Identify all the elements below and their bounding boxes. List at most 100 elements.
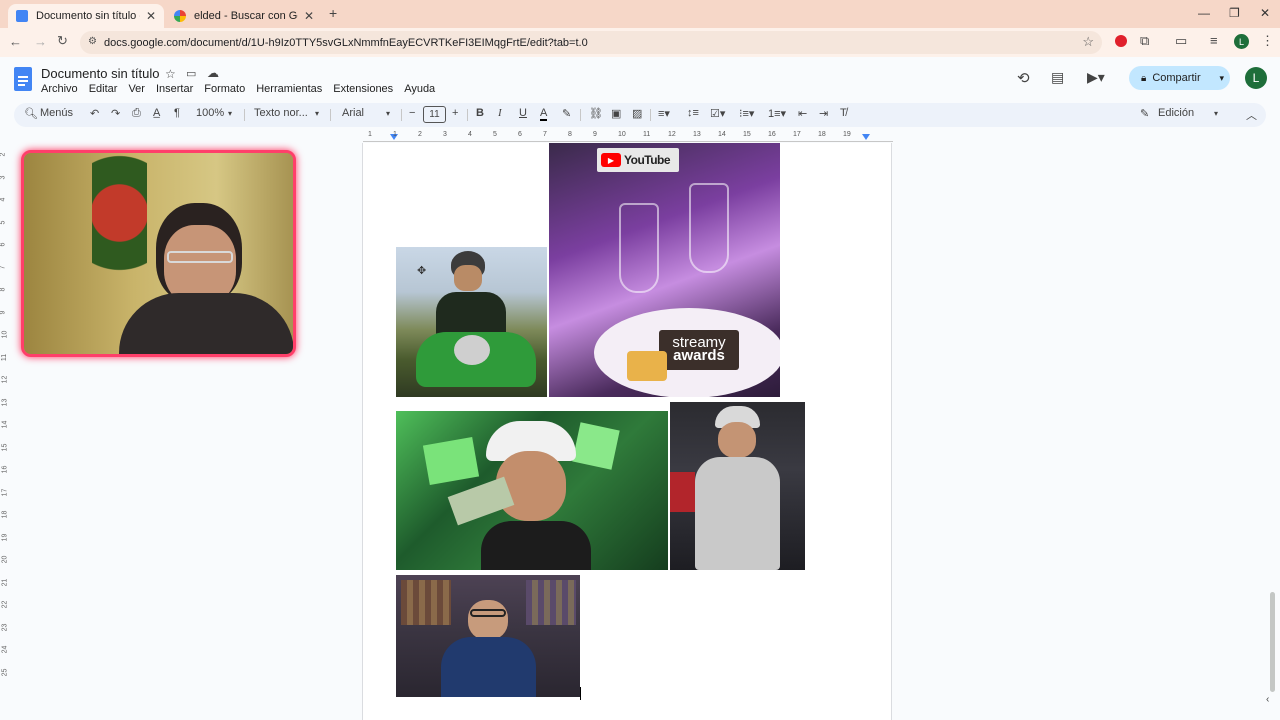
numbered-list-icon[interactable]: 1≡▾ (768, 107, 786, 120)
menus-search[interactable]: Menús (40, 107, 73, 119)
vertical-ruler-mark: 8 (0, 287, 7, 292)
docs-logo-icon[interactable] (14, 67, 32, 91)
menu-bar: Archivo Editar Ver Insertar Formato Herr… (41, 83, 446, 95)
ruler-mark: 19 (843, 131, 851, 138)
editing-mode-select[interactable]: Edición (1158, 107, 1194, 119)
font-select[interactable]: Arial (342, 107, 364, 119)
face (454, 265, 482, 291)
window-close-icon[interactable]: ✕ (1260, 6, 1270, 20)
right-indent-marker[interactable] (862, 134, 870, 140)
align-icon[interactable]: ≡▾ (658, 107, 670, 120)
vertical-ruler[interactable]: 2 3 4 5 6 7 8 9 10 11 12 13 14 15 16 17 18 19 20 21 22 23 24 25 (0, 143, 12, 720)
decrease-indent-icon[interactable]: ⇤ (798, 107, 807, 120)
shirt (481, 521, 591, 570)
vertical-ruler-mark: 18 (1, 510, 9, 519)
minimize-icon[interactable]: — (1198, 6, 1210, 20)
chevron-down-icon[interactable]: ▾ (1214, 109, 1218, 118)
comment-icon[interactable]: ▣ (611, 107, 621, 120)
maximize-icon[interactable]: ❐ (1229, 6, 1240, 20)
font-size-input[interactable]: 11 (423, 106, 446, 123)
forward-icon[interactable]: → (34, 34, 47, 49)
vertical-scrollbar[interactable] (1270, 592, 1275, 692)
horizontal-ruler[interactable]: 1 1 2 3 4 5 6 7 8 9 10 11 12 13 14 15 16 17 18 19 (363, 131, 893, 143)
vertical-ruler-mark: 7 (0, 265, 7, 269)
green-box (572, 422, 620, 470)
account-avatar[interactable]: L (1245, 67, 1267, 89)
paint-format-icon[interactable]: ¶ (174, 107, 180, 119)
increase-indent-icon[interactable]: ⇥ (819, 107, 828, 120)
search-icon[interactable]: 🔍︎ (24, 107, 38, 120)
menu-herramientas[interactable]: Herramientas (256, 83, 322, 95)
decrease-font-size-icon[interactable]: − (409, 107, 415, 119)
document-page[interactable]: ▶ YouTube streamy awards ✥ (362, 143, 892, 720)
streamy-awards-photo[interactable]: ▶ YouTube streamy awards (549, 143, 780, 397)
bold-icon[interactable]: B (476, 107, 484, 119)
reload-icon[interactable]: ↻ (57, 33, 68, 49)
ruler-mark: 8 (568, 131, 572, 138)
opera-extension-icon[interactable] (1115, 35, 1127, 47)
star-icon[interactable]: ☆ (165, 67, 176, 81)
print-icon[interactable]: ⎙ (132, 107, 141, 120)
menu-editar[interactable]: Editar (89, 83, 118, 95)
bulleted-list-icon[interactable]: ⁝≡▾ (739, 107, 754, 120)
site-info-icon[interactable]: ⚙ (88, 36, 97, 47)
chevron-down-icon[interactable]: ▾ (1219, 73, 1224, 84)
spellcheck-icon[interactable]: A̲ (153, 107, 160, 119)
line-spacing-icon[interactable]: ↕≡ (687, 107, 699, 119)
ruler-mark: 1 (368, 131, 372, 138)
clear-formatting-icon[interactable]: T̸ (840, 107, 847, 119)
collapse-toolbar-icon[interactable]: ︿ (1246, 107, 1257, 123)
menu-insertar[interactable]: Insertar (156, 83, 193, 95)
new-tab-button[interactable]: + (329, 5, 337, 21)
vertical-ruler-mark: 12 (1, 375, 9, 384)
text-color-icon[interactable]: A (540, 107, 548, 121)
tab-docs[interactable]: Documento sin título - Docume ✕ (8, 4, 164, 28)
media-icon[interactable]: ≡ (1210, 33, 1218, 48)
cap-money-photo[interactable] (396, 411, 668, 570)
underline-icon[interactable]: U (519, 107, 527, 119)
highlight-icon[interactable]: ✎ (562, 107, 571, 120)
scroll-left-icon[interactable]: ‹ (1266, 694, 1269, 705)
extensions-icon[interactable]: ⧉ (1140, 33, 1149, 49)
christmas-tree (92, 153, 147, 303)
comments-icon[interactable]: ▤ (1051, 69, 1064, 86)
background-person (670, 472, 695, 512)
menu-ver[interactable]: Ver (128, 83, 145, 95)
glasses (470, 609, 506, 617)
back-icon[interactable]: ← (9, 34, 22, 49)
menu-archivo[interactable]: Archivo (41, 83, 78, 95)
desk-photo[interactable] (396, 575, 580, 697)
shirt (119, 293, 293, 354)
menu-formato[interactable]: Formato (204, 83, 245, 95)
checklist-icon[interactable]: ☑▾ (710, 107, 725, 120)
redo-icon[interactable]: ↷ (111, 107, 120, 120)
raiders-jacket-photo[interactable] (670, 402, 805, 570)
dessert (627, 351, 667, 381)
chevron-down-icon: ▾ (315, 109, 320, 118)
menu-extensiones[interactable]: Extensiones (333, 83, 393, 95)
style-select[interactable]: Texto nor... (254, 107, 308, 119)
profile-avatar[interactable]: L (1234, 34, 1249, 49)
vertical-ruler-mark: 19 (1, 533, 9, 541)
close-icon[interactable]: ✕ (146, 9, 156, 23)
increase-font-size-icon[interactable]: + (452, 107, 458, 119)
menu-ayuda[interactable]: Ayuda (404, 83, 435, 95)
italic-icon[interactable]: I (498, 107, 502, 119)
meet-icon[interactable]: ▶▾ (1087, 69, 1105, 86)
document-title[interactable]: Documento sin título (41, 66, 160, 81)
move-folder-icon[interactable]: ▭ (186, 67, 196, 80)
bookmark-star-icon[interactable]: ☆ (1082, 34, 1094, 50)
zoom-select[interactable]: 100% (196, 107, 224, 119)
version-history-icon[interactable]: ⟲ (1017, 69, 1030, 87)
share-button[interactable]: 🔒︎ Compartir ▾ (1129, 66, 1230, 90)
browser-menu-icon[interactable]: ⋮ (1261, 33, 1274, 49)
motorcycle-photo[interactable]: ✥ (396, 247, 547, 397)
link-icon[interactable]: ⛓ (589, 107, 603, 120)
ruler-mark: 17 (793, 131, 801, 138)
undo-icon[interactable]: ↶ (90, 107, 99, 120)
tab-google-search[interactable]: elded - Buscar con Google ✕ (166, 4, 322, 28)
image-icon[interactable]: ▨ (632, 107, 642, 120)
close-icon[interactable]: ✕ (304, 9, 314, 23)
url-field[interactable]: ⚙ docs.google.com/document/d/1U-h9Iz0TTY… (80, 31, 1102, 54)
cast-icon[interactable]: ▭ (1175, 33, 1187, 49)
